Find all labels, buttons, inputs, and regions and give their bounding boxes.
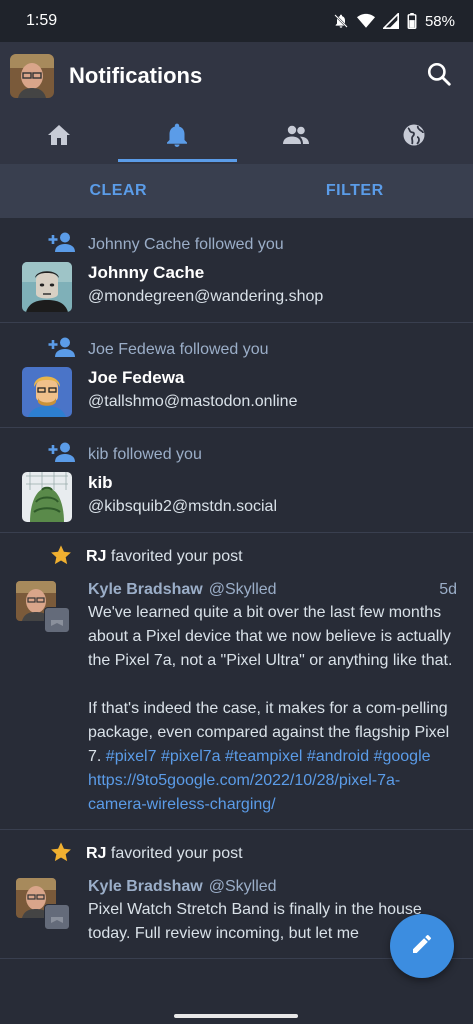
- account-handle: @tallshmo@mastodon.online: [88, 393, 298, 410]
- bell-icon: [166, 123, 188, 152]
- notification-text: kib followed you: [88, 445, 202, 463]
- page-title: Notifications: [69, 63, 203, 88]
- tab-home[interactable]: [0, 110, 118, 164]
- notification-feed[interactable]: Johnny Cache followed you Johnny Cache @…: [0, 218, 473, 994]
- notification-header: RJ favorited your post: [0, 830, 473, 866]
- hashtag[interactable]: #android: [307, 748, 369, 765]
- post-paragraph: We've learned quite a bit over the last …: [88, 604, 453, 669]
- tab-federated[interactable]: [355, 110, 473, 164]
- pencil-icon: [410, 932, 434, 961]
- post-header: Kyle Bradshaw @Skylled: [88, 878, 457, 896]
- account-name[interactable]: Joe Fedewa: [88, 368, 184, 388]
- status-time: 1:59: [26, 12, 58, 29]
- notification-header: Joe Fedewa followed you: [48, 337, 269, 362]
- star-icon: [50, 841, 72, 868]
- signal-icon: [382, 13, 399, 29]
- post[interactable]: Kyle Bradshaw @Skylled 5d We've learned …: [0, 569, 473, 829]
- actor-name[interactable]: RJ: [86, 845, 106, 862]
- home-icon: [47, 124, 71, 151]
- filter-button[interactable]: FILTER: [237, 182, 473, 200]
- system-nav-bar: [0, 994, 473, 1024]
- post-content: We've learned quite a bit over the last …: [88, 601, 457, 817]
- notification-text: Joe Fedewa followed you: [88, 340, 269, 358]
- hashtag[interactable]: #teampixel: [225, 748, 302, 765]
- post-paragraph: If that's indeed the case, it makes for …: [88, 697, 457, 817]
- star-icon: [50, 544, 72, 571]
- hashtag[interactable]: #pixel7a: [161, 748, 221, 765]
- author-handle: @Skylled: [208, 878, 277, 895]
- post-header: Kyle Bradshaw @Skylled 5d: [88, 581, 457, 599]
- app-bar: Notifications: [0, 42, 473, 110]
- author-name[interactable]: Kyle Bradshaw: [88, 581, 203, 599]
- account-name[interactable]: kib: [88, 473, 113, 493]
- tab-notifications[interactable]: [118, 110, 237, 164]
- notification-item[interactable]: RJ favorited your post Kyle Bradshaw @Sk…: [0, 533, 473, 830]
- author-name[interactable]: Kyle Bradshaw: [88, 878, 203, 896]
- account-handle: @mondegreen@wandering.shop: [88, 288, 324, 305]
- booster-avatar: [44, 607, 70, 633]
- tab-bar: [0, 110, 473, 164]
- person-add-icon: [48, 337, 76, 362]
- notification-text: RJ favorited your post: [86, 845, 243, 863]
- author-handle: @Skylled: [208, 581, 277, 598]
- hashtag[interactable]: #pixel7: [106, 748, 157, 765]
- post-time: 5d: [439, 581, 457, 598]
- clear-button[interactable]: CLEAR: [0, 182, 237, 200]
- status-bar: 1:59 58%: [0, 0, 473, 42]
- hashtag[interactable]: #google: [374, 748, 431, 765]
- action-text: favorited your post: [110, 548, 243, 565]
- home-indicator[interactable]: [174, 1014, 298, 1018]
- avatar[interactable]: [22, 472, 72, 522]
- globe-icon: [402, 123, 426, 152]
- booster-avatar: [44, 904, 70, 930]
- search-button[interactable]: [421, 58, 457, 94]
- post-link[interactable]: https://9to5google.com/2022/10/28/pixel-…: [88, 772, 400, 813]
- person-add-icon: [48, 232, 76, 257]
- search-icon: [426, 61, 452, 92]
- notification-header: RJ favorited your post: [0, 533, 473, 569]
- avatar[interactable]: [22, 262, 72, 312]
- avatar[interactable]: [22, 367, 72, 417]
- notification-header: kib followed you: [48, 442, 202, 467]
- action-text: favorited your post: [110, 845, 243, 862]
- people-icon: [282, 125, 310, 150]
- bell-off-icon: [333, 13, 349, 29]
- notification-header: Johnny Cache followed you: [48, 232, 284, 257]
- person-add-icon: [48, 442, 76, 467]
- actor-name[interactable]: RJ: [86, 548, 106, 565]
- battery-icon: [407, 13, 417, 29]
- notification-text: Johnny Cache followed you: [88, 235, 284, 253]
- notification-item[interactable]: Joe Fedewa followed you Joe Fedewa @tall…: [0, 323, 473, 428]
- status-icons: 58%: [333, 13, 455, 30]
- notification-item[interactable]: kib followed you kib @kibsquib2@mstdn.so…: [0, 428, 473, 533]
- account-handle: @kibsquib2@mstdn.social: [88, 498, 278, 515]
- battery-level: 58%: [424, 12, 455, 30]
- notification-item[interactable]: Johnny Cache followed you Johnny Cache @…: [0, 218, 473, 323]
- tab-people[interactable]: [237, 110, 355, 164]
- wifi-icon: [356, 13, 375, 29]
- compose-button[interactable]: [390, 914, 454, 978]
- account-name[interactable]: Johnny Cache: [88, 263, 204, 283]
- account-avatar[interactable]: [10, 54, 54, 98]
- action-bar: CLEAR FILTER: [0, 164, 473, 218]
- notification-text: RJ favorited your post: [86, 548, 243, 566]
